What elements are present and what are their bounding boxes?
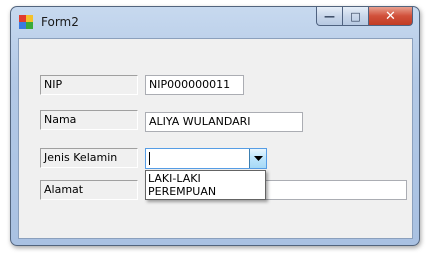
minimize-icon: — [324,9,335,23]
nip-label: NIP [40,75,138,95]
option-laki-laki[interactable]: LAKI-LAKI [146,172,265,185]
jenis-kelamin-dropdown-list: LAKI-LAKI PEREMPUAN [145,170,266,200]
alamat-label: Alamat [40,180,138,200]
chevron-down-icon [253,155,263,161]
close-button[interactable]: ✕ [369,7,413,26]
jenis-kelamin-label: Jenis Kelamin [40,148,138,168]
text-caret [149,152,150,165]
maximize-icon: □ [350,9,361,23]
window-title: Form2 [41,15,79,29]
dropdown-arrow-button[interactable] [249,149,266,168]
form-client-area: NIP NIP000000011 Nama ALIYA WULANDARI Je… [18,38,413,239]
nama-field[interactable]: ALIYA WULANDARI [145,112,303,132]
title-bar[interactable]: Form2 — □ ✕ [11,7,419,37]
form2-window: Form2 — □ ✕ NIP NIP000000011 Nama ALIYA … [10,6,420,246]
maximize-button[interactable]: □ [343,7,369,26]
option-perempuan[interactable]: PEREMPUAN [146,185,265,198]
caption-buttons: — □ ✕ [316,7,413,27]
jenis-kelamin-combobox[interactable] [145,148,267,169]
nip-field[interactable]: NIP000000011 [145,75,244,95]
minimize-button[interactable]: — [316,7,343,26]
nama-label: Nama [40,110,138,130]
app-icon[interactable] [19,15,33,29]
close-icon: ✕ [385,8,396,24]
